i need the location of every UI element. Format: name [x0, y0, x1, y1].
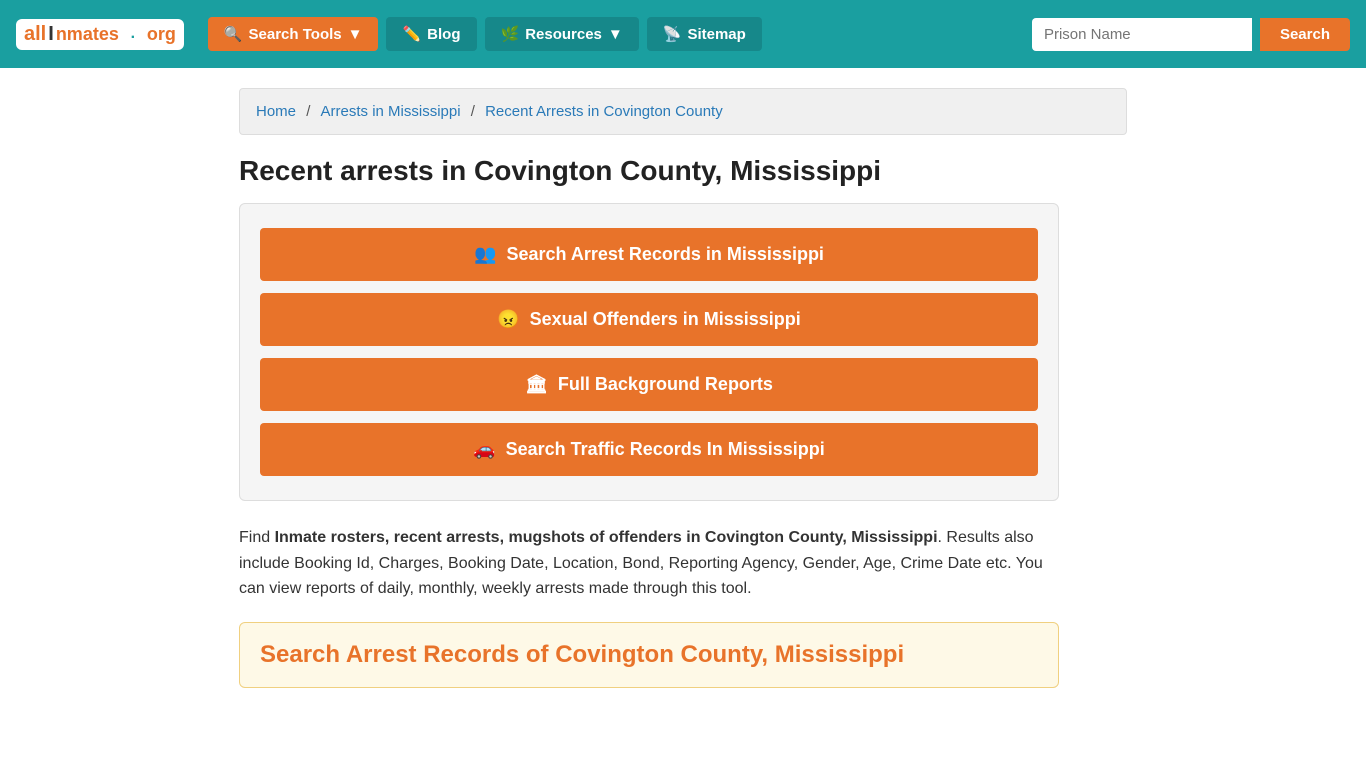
chevron-down-icon: ▼ [348, 26, 363, 43]
breadcrumb-arrests[interactable]: Arrests in Mississippi [321, 103, 461, 120]
resources-label: Resources [525, 26, 602, 43]
sitemap-label: Sitemap [687, 26, 745, 43]
background-reports-button[interactable]: 🏛 Full Background Reports [260, 358, 1038, 411]
breadcrumb-current[interactable]: Recent Arrests in Covington County [485, 103, 723, 120]
breadcrumb-sep-1: / [306, 103, 314, 120]
search-tools-label: Search Tools [249, 26, 342, 43]
sexual-offenders-button[interactable]: 😠 Sexual Offenders in Mississippi [260, 293, 1038, 346]
logo-org-text: org [147, 24, 176, 45]
description-intro: Find [239, 529, 275, 546]
resources-icon: 🌿 [501, 25, 520, 43]
search-icon: 🔍 [224, 25, 243, 43]
blog-button[interactable]: ✏️ Blog [386, 17, 476, 51]
search-arrest-records-label: Search Arrest Records in Mississippi [506, 244, 823, 265]
search-section-title: Search Arrest Records of Covington Count… [260, 641, 1038, 669]
sitemap-icon: 📡 [663, 25, 682, 43]
background-reports-label: Full Background Reports [558, 374, 773, 395]
resources-button[interactable]: 🌿 Resources ▼ [485, 17, 639, 51]
logo-all: all [24, 23, 46, 46]
navbar: all I nmates . org 🔍 Search Tools ▼ ✏️ B… [0, 0, 1366, 68]
logo-inmates-text: I [48, 23, 54, 46]
logo-circle: . [123, 24, 143, 44]
building-icon: 🏛 [525, 374, 548, 395]
description-bold: Inmate rosters, recent arrests, mugshots… [275, 529, 938, 546]
sitemap-button[interactable]: 📡 Sitemap [647, 17, 762, 51]
offender-icon: 😠 [497, 309, 519, 330]
sexual-offenders-label: Sexual Offenders in Mississippi [530, 309, 801, 330]
traffic-records-label: Search Traffic Records In Mississippi [506, 439, 825, 460]
traffic-records-button[interactable]: 🚗 Search Traffic Records In Mississippi [260, 423, 1038, 476]
search-button-label: Search [1280, 26, 1330, 43]
people-icon: 👥 [474, 244, 496, 265]
search-tools-button[interactable]: 🔍 Search Tools ▼ [208, 17, 379, 51]
chevron-down-icon-resources: ▼ [608, 26, 623, 43]
breadcrumb: Home / Arrests in Mississippi / Recent A… [239, 88, 1127, 135]
car-icon: 🚗 [473, 439, 495, 460]
search-records-section: Search Arrest Records of Covington Count… [239, 622, 1059, 688]
main-content: Home / Arrests in Mississippi / Recent A… [223, 68, 1143, 708]
logo-nmates: nmates [56, 24, 119, 45]
blog-icon: ✏️ [402, 25, 421, 43]
action-card: 👥 Search Arrest Records in Mississippi 😠… [239, 203, 1059, 501]
prison-search-button[interactable]: Search [1260, 18, 1350, 51]
prison-search-input[interactable] [1032, 18, 1252, 51]
breadcrumb-sep-2: / [471, 103, 479, 120]
blog-label: Blog [427, 26, 460, 43]
breadcrumb-home[interactable]: Home [256, 103, 296, 120]
search-arrest-records-button[interactable]: 👥 Search Arrest Records in Mississippi [260, 228, 1038, 281]
page-title: Recent arrests in Covington County, Miss… [239, 155, 1127, 187]
description-text: Find Inmate rosters, recent arrests, mug… [239, 525, 1059, 602]
logo[interactable]: all I nmates . org [16, 19, 184, 50]
